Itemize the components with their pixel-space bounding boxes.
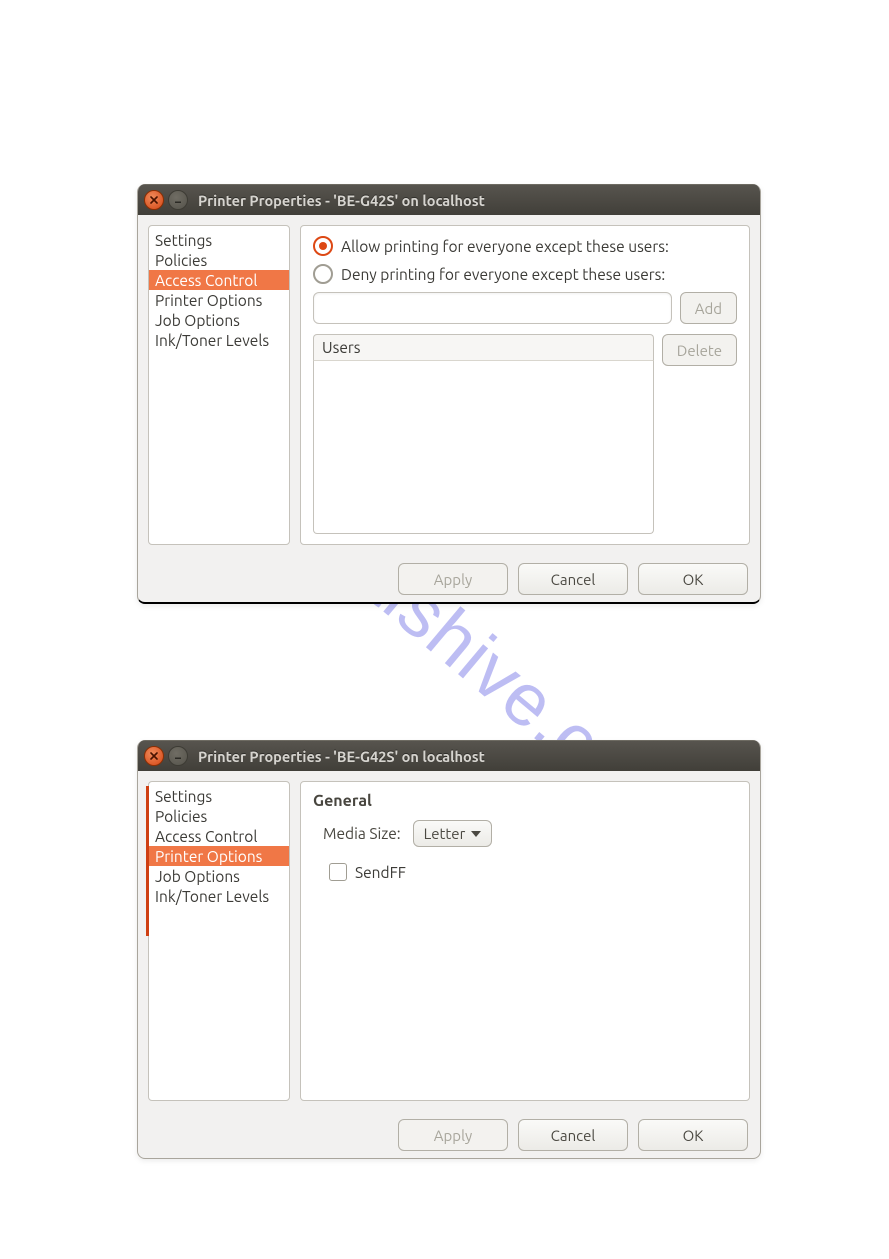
media-size-label: Media Size: xyxy=(323,825,401,842)
chevron-down-icon xyxy=(471,831,481,837)
users-column-header[interactable]: Users xyxy=(313,334,654,361)
sidebar-item-printer-options[interactable]: Printer Options xyxy=(149,846,289,866)
add-button[interactable]: Add xyxy=(680,292,737,324)
radio-deny-row[interactable]: Deny printing for everyone except these … xyxy=(313,264,737,284)
window-title: Printer Properties - 'BE-G42S' on localh… xyxy=(198,748,485,765)
sidebar-item-access-control[interactable]: Access Control xyxy=(149,826,289,846)
radio-allow-row[interactable]: Allow printing for everyone except these… xyxy=(313,236,737,256)
ok-button[interactable]: OK xyxy=(638,563,748,595)
window-body: SettingsPoliciesAccess ControlPrinter Op… xyxy=(138,215,760,555)
page-root: manualshive.com Printer Properties - 'BE… xyxy=(0,0,889,1259)
close-icon[interactable] xyxy=(144,746,164,766)
add-user-row: Add xyxy=(313,292,737,324)
window-body: SettingsPoliciesAccess ControlPrinter Op… xyxy=(138,771,760,1111)
titlebar[interactable]: Printer Properties - 'BE-G42S' on localh… xyxy=(138,184,760,215)
cancel-button[interactable]: Cancel xyxy=(518,1119,628,1151)
add-user-input[interactable] xyxy=(313,292,672,324)
sendff-label: SendFF xyxy=(355,864,406,881)
apply-button[interactable]: Apply xyxy=(398,563,508,595)
apply-button[interactable]: Apply xyxy=(398,1119,508,1151)
minimize-icon[interactable] xyxy=(168,746,188,766)
sidebar-item-settings[interactable]: Settings xyxy=(149,786,289,806)
radio-allow[interactable] xyxy=(313,236,333,256)
dialog-footer: Apply Cancel OK xyxy=(138,1111,760,1159)
cancel-button[interactable]: Cancel xyxy=(518,563,628,595)
sidebar-item-printer-options[interactable]: Printer Options xyxy=(149,290,289,310)
media-size-row: Media Size: Letter xyxy=(323,820,737,847)
sidebar: SettingsPoliciesAccess ControlPrinter Op… xyxy=(148,225,290,545)
radio-deny[interactable] xyxy=(313,264,333,284)
sendff-checkbox[interactable] xyxy=(329,863,347,881)
delete-button[interactable]: Delete xyxy=(662,334,737,366)
sidebar-item-job-options[interactable]: Job Options xyxy=(149,866,289,886)
dialog-footer: Apply Cancel OK xyxy=(138,555,760,603)
radio-allow-label: Allow printing for everyone except these… xyxy=(341,238,669,255)
sidebar-item-policies[interactable]: Policies xyxy=(149,250,289,270)
media-size-value: Letter xyxy=(424,825,466,842)
window-printer-options: Printer Properties - 'BE-G42S' on localh… xyxy=(137,740,761,1159)
sidebar-item-policies[interactable]: Policies xyxy=(149,806,289,826)
ok-button[interactable]: OK xyxy=(638,1119,748,1151)
window-access-control: Printer Properties - 'BE-G42S' on localh… xyxy=(137,184,761,604)
sidebar-item-settings[interactable]: Settings xyxy=(149,230,289,250)
close-icon[interactable] xyxy=(144,190,164,210)
users-list-area: Users Delete xyxy=(313,324,737,534)
media-size-combo[interactable]: Letter xyxy=(413,820,493,847)
radio-deny-label: Deny printing for everyone except these … xyxy=(341,266,665,283)
titlebar[interactable]: Printer Properties - 'BE-G42S' on localh… xyxy=(138,740,760,771)
content-panel: General Media Size: Letter SendFF xyxy=(300,781,750,1101)
content-panel: Allow printing for everyone except these… xyxy=(300,225,750,545)
section-header: General xyxy=(313,792,737,810)
sidebar-item-access-control[interactable]: Access Control xyxy=(149,270,289,290)
sidebar-item-ink-toner-levels[interactable]: Ink/Toner Levels xyxy=(149,330,289,350)
window-title: Printer Properties - 'BE-G42S' on localh… xyxy=(198,192,485,209)
minimize-icon[interactable] xyxy=(168,190,188,210)
sidebar-item-ink-toner-levels[interactable]: Ink/Toner Levels xyxy=(149,886,289,906)
users-list[interactable] xyxy=(313,361,654,534)
sendff-row[interactable]: SendFF xyxy=(329,863,737,881)
sidebar: SettingsPoliciesAccess ControlPrinter Op… xyxy=(148,781,290,1101)
sidebar-item-job-options[interactable]: Job Options xyxy=(149,310,289,330)
